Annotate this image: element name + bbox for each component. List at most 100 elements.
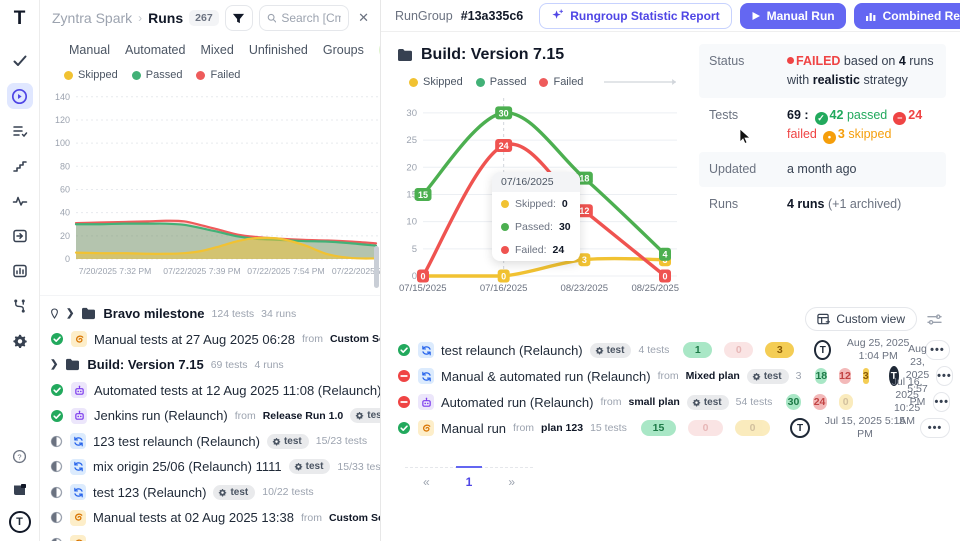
folder-row[interactable]: ❯Build: Version 7.1569 tests4 runs (50, 352, 380, 378)
run-title[interactable]: Manual & automated run (Relaunch) (441, 369, 651, 384)
chevron-right-icon[interactable]: ❯ (50, 359, 58, 370)
test-tag-pill[interactable]: test (687, 395, 729, 410)
steps-icon[interactable] (7, 153, 33, 179)
tab-groups[interactable]: Groups (323, 43, 364, 57)
build-title[interactable]: Build: Version 7.15 (397, 42, 685, 70)
import-icon[interactable] (7, 223, 33, 249)
statistic-report-button[interactable]: Rungroup Statistic Report (539, 3, 731, 29)
tab-manual[interactable]: Manual (69, 43, 110, 57)
run-tests-count: 15 tests (590, 422, 627, 434)
from-plan[interactable]: Custom Selection (330, 333, 380, 345)
run-status-icon (50, 409, 64, 423)
bar-chart-icon (865, 10, 877, 22)
from-plan[interactable]: Mixed plan (686, 370, 740, 382)
run-title[interactable]: 123 test relaunch (Relaunch) (93, 434, 260, 449)
run-title[interactable]: Jenkins run (Relaunch) (94, 408, 228, 423)
run-row[interactable]: Automated tests at 12 Aug 2025 11:08 (Re… (50, 378, 380, 404)
tab-mixed[interactable]: Mixed (200, 43, 233, 57)
row-menu-button[interactable]: ••• (920, 418, 950, 438)
user-avatar[interactable]: T (9, 511, 31, 533)
play-icon (751, 11, 761, 21)
search-input[interactable] (281, 11, 341, 25)
from-plan[interactable]: plan 123 (541, 422, 583, 434)
run-title[interactable]: Manual tests at 02 Aug 2025 13:38 (93, 510, 294, 525)
test-tag-pill[interactable]: test (747, 369, 789, 384)
run-title[interactable]: Bravo milestone (103, 306, 204, 321)
filter-button[interactable] (225, 5, 253, 31)
legend-failed[interactable]: Failed (539, 76, 583, 88)
test-tag-pill[interactable]: test (289, 459, 331, 474)
rungroup-run-row[interactable]: Automated run (Relaunch)fromsmall plante… (397, 389, 950, 415)
pagination-next[interactable]: » (508, 475, 515, 489)
rungroup-run-row[interactable]: test relaunch (Relaunch)test4 tests103TA… (397, 337, 950, 363)
run-row[interactable]: Jenkins run (Relaunch)fromRelease Run 1.… (50, 403, 380, 429)
run-row[interactable]: Manual tests at 02 Aug 2025 13:38 from Cus… (50, 505, 380, 531)
area-chart-svg[interactable]: 0204060801001201407/20/2025 7:32 PM07/22… (46, 83, 380, 281)
run-title[interactable]: test relaunch (Relaunch) (441, 343, 583, 358)
tab-test-work[interactable]: test work (379, 40, 381, 60)
rungroup-run-row[interactable]: Manual & automated run (Relaunch)fromMix… (397, 363, 950, 389)
pulse-icon[interactable] (7, 188, 33, 214)
test-tag-pill[interactable]: test (213, 485, 255, 500)
assignee-avatar[interactable]: T (814, 340, 831, 360)
legend-passed[interactable]: Passed (132, 69, 183, 81)
docs-icon[interactable] (7, 477, 33, 503)
app-logo[interactable]: T (14, 8, 26, 30)
help-icon[interactable]: ? (7, 443, 33, 469)
run-title[interactable]: Manual run (441, 421, 506, 436)
run-title[interactable]: test 123 (Relaunch) (93, 485, 206, 500)
from-label: from (301, 512, 322, 524)
plans-icon[interactable] (7, 118, 33, 144)
skipped-count-badge: 0 (839, 394, 853, 410)
pagination-prev[interactable]: « (423, 475, 430, 489)
legend-passed[interactable]: Passed (476, 76, 527, 88)
breadcrumb-project[interactable]: Zyntra Spark (52, 10, 132, 26)
settings-icon[interactable] (7, 328, 33, 354)
test-tag-pill[interactable]: test (350, 408, 380, 423)
run-row[interactable] (50, 531, 380, 541)
combined-report-button[interactable]: Combined Report (854, 3, 960, 29)
rungroup-run-row[interactable]: Manual runfromplan 12315 tests1500TJul 1… (397, 415, 950, 441)
runs-icon[interactable] (7, 83, 33, 109)
sliders-icon[interactable] (927, 313, 942, 326)
assignee-avatar[interactable]: T (790, 418, 810, 438)
custom-view-button[interactable]: Custom view (805, 307, 917, 331)
checks-icon[interactable] (7, 48, 33, 74)
legend-skipped[interactable]: Skipped (64, 69, 118, 81)
test-tag-pill[interactable]: test (267, 434, 309, 449)
test-tag-pill[interactable]: test (590, 343, 632, 358)
search-close-icon[interactable]: ✕ (355, 10, 372, 26)
build-chart-legend: Skipped Passed Failed (397, 70, 681, 88)
tab-automated[interactable]: Automated (125, 43, 185, 57)
row-menu-button[interactable]: ••• (936, 366, 953, 386)
from-plan[interactable]: Release Run 1.0 (263, 410, 344, 422)
tab-unfinished[interactable]: Unfinished (249, 43, 308, 57)
analytics-icon[interactable] (7, 258, 33, 284)
manual-run-button[interactable]: Manual Run (740, 3, 846, 29)
breadcrumb-page[interactable]: Runs (148, 10, 183, 26)
legend-failed[interactable]: Failed (196, 69, 240, 81)
branch-icon[interactable] (7, 293, 33, 319)
search-box[interactable] (259, 5, 349, 31)
legend-dot (64, 71, 73, 80)
rungroup-label: RunGroup (395, 9, 453, 23)
run-title[interactable]: Automated run (Relaunch) (441, 395, 593, 410)
chevron-right-icon[interactable]: ❯ (66, 308, 74, 319)
run-row[interactable]: test 123 (Relaunch)test10/22 tests (50, 480, 380, 506)
run-title[interactable]: Build: Version 7.15 (87, 357, 203, 372)
run-title[interactable]: mix origin 25/06 (Relaunch) 1111 (93, 459, 282, 474)
legend-skipped[interactable]: Skipped (409, 76, 463, 88)
run-title[interactable]: Automated tests at 12 Aug 2025 11:08 (Re… (94, 383, 380, 398)
run-row[interactable]: 123 test relaunch (Relaunch)test15/23 te… (50, 429, 380, 455)
scrollbar-thumb[interactable] (374, 246, 379, 288)
pagination-page-1[interactable]: 1 (456, 466, 483, 489)
from-plan[interactable]: small plan (628, 396, 679, 408)
run-title[interactable]: Manual tests at 27 Aug 2025 06:28 (94, 332, 295, 347)
passed-count-badge: 15 (641, 420, 676, 436)
passed-count-badge: 1 (683, 342, 712, 358)
run-row[interactable]: Manual tests at 27 Aug 2025 06:28fromCus… (50, 327, 380, 353)
row-menu-button[interactable]: ••• (933, 392, 950, 412)
run-row[interactable]: mix origin 25/06 (Relaunch) 1111test15/3… (50, 454, 380, 480)
from-plan[interactable]: Custom Selection (329, 512, 380, 524)
folder-row[interactable]: ❯Bravo milestone124 tests34 runs (50, 301, 380, 327)
